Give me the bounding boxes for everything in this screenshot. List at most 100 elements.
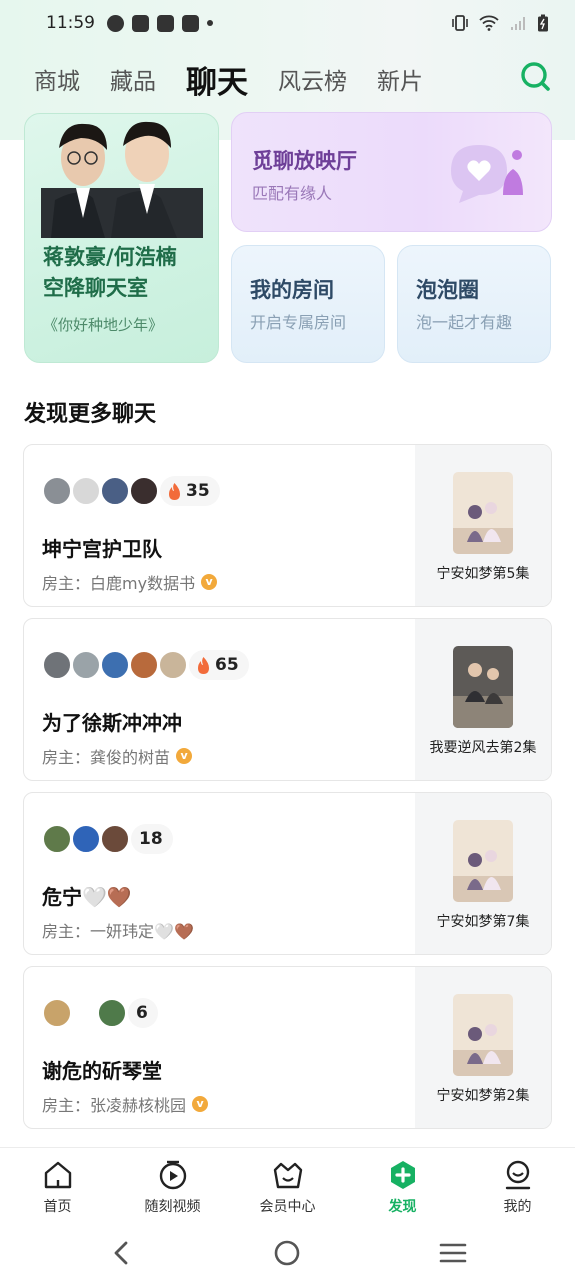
bottom-nav: 首页 随刻视频 会员中心 发现 我的 [0,1147,575,1227]
avatar [158,650,188,680]
host-label: 房主： [42,574,91,593]
tab-new-movies[interactable]: 新片 [377,62,423,96]
crown-basket-icon [273,1162,302,1189]
search-icon[interactable] [517,58,555,96]
star-card-title-line2: 空降聊天室 [43,276,148,300]
bubble-circle-title: 泡泡圈 [416,278,479,302]
episode-panel[interactable]: 宁安如梦第5集 [415,445,551,606]
my-room-title: 我的房间 [250,278,334,302]
avatar [100,824,130,854]
chat-room-card[interactable]: 6 谢危的斫琴堂 房主： 张凌赫核桃园 v 宁安如梦第2集 [23,966,552,1129]
home-icon [44,1161,71,1189]
discover-plus-icon [390,1161,415,1189]
member-avatars: 65 [42,649,249,681]
fire-icon [169,482,180,500]
room-name: 危宁🤍🤎 [42,885,132,909]
avatar [42,476,72,506]
room-host: 房主： 白鹿my数据书 v [42,570,218,594]
nav-home[interactable]: 首页 [0,1148,115,1227]
message-notification-icon [132,14,149,32]
avatar [71,824,101,854]
avatar [100,650,130,680]
cinema-card-title: 觅聊放映厅 [252,149,357,173]
room-name: 坤宁宫护卫队 [42,537,162,561]
host-name: 张凌赫核桃园 [90,1096,187,1115]
episode-panel[interactable]: 我要逆风去第2集 [415,619,551,780]
drama-poster [453,472,513,554]
episode-label: 我要逆风去第2集 [429,740,537,756]
home-circle-icon[interactable] [271,1237,303,1269]
play-clock-icon [159,1160,186,1190]
nav-membership-label: 会员中心 [259,1199,316,1215]
host-name: 一妍玮定🤍🤎 [90,922,194,941]
recent-apps-icon[interactable] [437,1237,469,1269]
member-avatars: 18 [42,823,173,855]
heart-chat-icon [451,145,523,203]
signal-icon [511,17,525,30]
nav-profile-label: 我的 [503,1199,532,1215]
bubble-circle-subtitle: 泡一起才有趣 [416,313,513,332]
episode-panel[interactable]: 宁安如梦第7集 [415,793,551,954]
member-count: 18 [139,829,163,849]
room-host: 房主： 龚俊的树苗 v [42,744,193,768]
nav-videos-label: 随刻视频 [144,1199,201,1215]
fire-icon [198,656,209,674]
nav-discover[interactable]: 发现 [345,1148,460,1227]
wifi-icon [479,15,499,31]
room-name: 为了徐斯冲冲冲 [42,711,182,735]
verified-badge-icon: v [176,748,193,764]
system-nav-bar [0,1227,575,1280]
tab-ranking[interactable]: 风云榜 [278,62,347,96]
drama-poster [453,820,513,902]
nav-videos[interactable]: 随刻视频 [115,1148,230,1227]
back-icon[interactable] [106,1237,138,1269]
nav-discover-label: 发现 [388,1199,417,1215]
avatar [129,650,159,680]
drama-poster [453,646,513,728]
nav-profile[interactable]: 我的 [460,1148,575,1227]
avatar [71,476,101,506]
member-count: 6 [136,1003,148,1023]
profile-icon [505,1160,530,1190]
star-chatroom-card[interactable]: 蒋敦豪/何浩楠 空降聊天室 《你好种地少年》 [24,113,219,363]
drama-poster [453,994,513,1076]
star-card-title: 蒋敦豪/何浩楠 空降聊天室 [43,242,177,304]
episode-label: 宁安如梦第5集 [436,566,530,582]
app-notification-icon [107,14,124,32]
member-count-badge: 6 [128,998,158,1028]
host-label: 房主： [42,922,91,941]
tab-collection[interactable]: 藏品 [110,62,156,96]
host-name: 白鹿my数据书 [90,574,196,593]
message-notification-icon [182,14,199,32]
tab-chat[interactable]: 聊天 [186,57,248,102]
host-label: 房主： [42,748,91,767]
my-room-card[interactable]: 我的房间 开启专属房间 [231,245,385,363]
member-count-badge: 35 [160,476,220,506]
avatar [71,650,101,680]
member-count: 35 [186,481,210,501]
verified-badge-icon: v [201,574,218,590]
status-bar: 11:59 [0,0,575,46]
chat-room-card[interactable]: 18 危宁🤍🤎 房主： 一妍玮定🤍🤎 宁安如梦第7集 [23,792,552,955]
more-notifications-icon [207,20,213,26]
member-avatars: 6 [42,997,158,1029]
episode-panel[interactable]: 宁安如梦第2集 [415,967,551,1128]
cinema-card-subtitle: 匹配有缘人 [252,184,333,203]
host-label: 房主： [42,1096,91,1115]
room-host: 房主： 张凌赫核桃园 v [42,1092,209,1116]
top-tabs: 商城 藏品 聊天 风云榜 新片 [34,56,555,102]
chat-room-card[interactable]: 35 坤宁宫护卫队 房主： 白鹿my数据书 v 宁安如梦第5集 [23,444,552,607]
battery-icon [538,14,548,32]
cinema-hall-card[interactable]: 觅聊放映厅 匹配有缘人 [231,112,552,232]
nav-membership[interactable]: 会员中心 [230,1148,345,1227]
status-time: 11:59 [46,13,95,33]
avatar [100,476,130,506]
chat-room-card[interactable]: 65 为了徐斯冲冲冲 房主： 龚俊的树苗 v 我要逆风去第2集 [23,618,552,781]
celebrity-photo [41,121,203,238]
room-host: 房主： 一妍玮定🤍🤎 [42,918,194,942]
tab-mall[interactable]: 商城 [34,62,80,96]
bubble-circle-card[interactable]: 泡泡圈 泡一起才有趣 [397,245,551,363]
my-room-subtitle: 开启专属房间 [250,313,347,332]
avatar [42,998,72,1028]
avatar [42,650,72,680]
